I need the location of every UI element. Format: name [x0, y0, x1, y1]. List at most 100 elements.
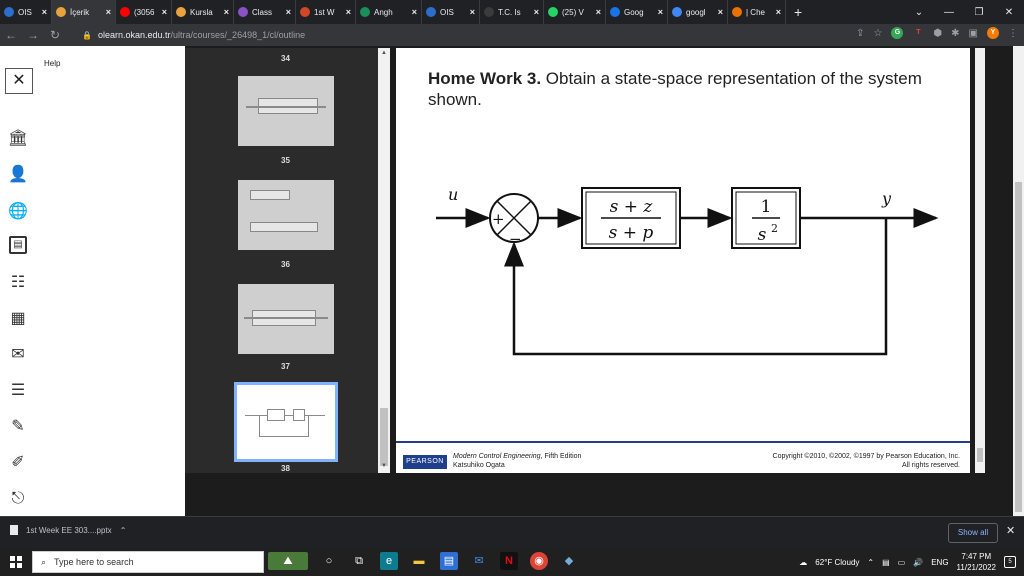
mail-icon[interactable]: ✉	[470, 552, 488, 570]
grammarly-icon[interactable]: G	[891, 27, 904, 39]
task-view-icon[interactable]: ⧉	[350, 552, 368, 570]
back-icon[interactable]: ←	[0, 28, 22, 42]
cortana-icon[interactable]: ○	[320, 552, 338, 570]
tab-close-icon[interactable]: ×	[776, 7, 781, 17]
download-item[interactable]: 1st Week EE 303....pptx ⌃	[10, 525, 126, 535]
footer-rule	[396, 441, 970, 443]
tab-title: Goog	[624, 7, 644, 17]
close-shelf-icon[interactable]: ✕	[1006, 524, 1015, 537]
profile-avatar[interactable]: Y	[987, 27, 999, 39]
browser-tab[interactable]: T.C. Is ×	[480, 0, 544, 24]
browser-tab[interactable]: Kursla ×	[172, 0, 234, 24]
browser-tab[interactable]: OIS ×	[0, 0, 52, 24]
tab-close-icon[interactable]: ×	[42, 7, 47, 17]
browser-tab[interactable]: 1st W ×	[296, 0, 356, 24]
browser-tab[interactable]: İçerik ×	[52, 0, 116, 24]
browser-tab[interactable]: Angh ×	[356, 0, 422, 24]
network-icon[interactable]: ▤	[882, 558, 890, 567]
tab-close-icon[interactable]: ×	[162, 7, 167, 17]
reload-icon[interactable]: ↻	[44, 28, 66, 42]
slide-scrollbar[interactable]	[975, 48, 985, 473]
show-all-button[interactable]: Show all	[948, 523, 998, 543]
volume-icon[interactable]: 🔊	[913, 558, 923, 567]
notification-icon[interactable]: 5	[1004, 556, 1016, 568]
browser-tab[interactable]: Class ×	[234, 0, 296, 24]
netflix-icon[interactable]: N	[500, 552, 518, 570]
sign-out-icon[interactable]: ⎋	[7, 488, 29, 510]
tab-title: 1st W	[314, 7, 335, 17]
slide-thumbnail-selected[interactable]	[234, 382, 338, 462]
tab-title: googl	[686, 7, 706, 17]
scroll-up-icon[interactable]: ▲	[378, 50, 390, 56]
thumbnail-scrollbar[interactable]: ▲ ▼	[378, 48, 390, 473]
page-scrollbar[interactable]	[1013, 46, 1024, 516]
close-panel-button[interactable]: ✕	[5, 68, 33, 94]
scrollbar-thumb[interactable]	[1015, 182, 1022, 512]
search-icon: ⌕	[41, 556, 47, 567]
tab-close-icon[interactable]: ×	[286, 7, 291, 17]
extension-gear-icon[interactable]: ⬢	[933, 28, 942, 39]
scrollbar-thumb[interactable]	[380, 408, 388, 466]
slide-thumbnail[interactable]	[238, 76, 334, 146]
tray-chevron-icon[interactable]: ⌃	[867, 558, 874, 567]
tab-search-icon[interactable]: ⌄	[904, 7, 934, 18]
profile-icon[interactable]: 👤	[7, 164, 29, 186]
tab-close-icon[interactable]: ×	[346, 7, 351, 17]
tools-icon[interactable]: ✎	[7, 416, 29, 438]
minimize-button[interactable]: —	[934, 7, 964, 18]
browser-tab[interactable]: | Che ×	[728, 0, 786, 24]
extension-icon[interactable]: T	[912, 27, 924, 39]
new-tab-button[interactable]: +	[786, 4, 810, 20]
browser-tab[interactable]: googl ×	[668, 0, 728, 24]
windows-start-icon[interactable]	[10, 556, 22, 568]
weather-status[interactable]: 62°F Cloudy	[815, 558, 859, 567]
forward-icon[interactable]: →	[22, 28, 44, 42]
menu-kebab-icon[interactable]: ⋮	[1008, 28, 1018, 39]
browser-tab[interactable]: Goog ×	[606, 0, 668, 24]
slide-thumbnail[interactable]	[238, 284, 334, 354]
close-window-button[interactable]: ✕	[994, 7, 1024, 18]
messages-icon[interactable]: ✉	[7, 344, 29, 366]
chrome-icon[interactable]: ◉	[530, 552, 548, 570]
organizations-icon[interactable]: ☷	[7, 272, 29, 294]
chevron-up-icon[interactable]: ⌃	[120, 526, 127, 535]
store-icon[interactable]: ▤	[440, 552, 458, 570]
clock[interactable]: 7:47 PM 11/21/2022	[957, 551, 996, 573]
tab-close-icon[interactable]: ×	[534, 7, 539, 17]
bookmark-star-icon[interactable]: ☆	[873, 28, 882, 39]
tab-close-icon[interactable]: ×	[412, 7, 417, 17]
share-icon[interactable]: ⇪	[856, 28, 864, 39]
battery-icon[interactable]: ▭	[898, 558, 906, 567]
courses-icon[interactable]: ▤	[9, 236, 27, 254]
maximize-button[interactable]: ❐	[964, 7, 994, 18]
ppt-icon	[300, 7, 310, 17]
side-panel-icon[interactable]: ▣	[969, 28, 978, 39]
tab-close-icon[interactable]: ×	[658, 7, 663, 17]
tab-close-icon[interactable]: ×	[718, 7, 723, 17]
institution-icon[interactable]: 🏛	[7, 128, 29, 150]
scroll-down-icon[interactable]: ▼	[378, 463, 390, 469]
scrollbar-thumb[interactable]	[977, 448, 983, 462]
browser-tab[interactable]: OIS ×	[422, 0, 480, 24]
language-indicator[interactable]: ENG	[931, 558, 948, 567]
url-field[interactable]: 🔒 olearn.okan.edu.tr/ultra/courses/_2649…	[82, 27, 872, 43]
browser-tab[interactable]: (3056 ×	[116, 0, 172, 24]
tab-close-icon[interactable]: ×	[106, 7, 111, 17]
edit-icon[interactable]: ✐	[7, 452, 29, 474]
browser-tab[interactable]: (25) V ×	[544, 0, 606, 24]
file-explorer-icon[interactable]: ▬	[410, 552, 428, 570]
weather-widget-icon[interactable]: ⛰	[268, 552, 308, 570]
tab-close-icon[interactable]: ×	[224, 7, 229, 17]
app-icon[interactable]: ◆	[560, 552, 578, 570]
grades-icon[interactable]: ☰	[7, 380, 29, 402]
calendar-icon[interactable]: ▦	[7, 308, 29, 330]
extensions-puzzle-icon[interactable]: ✱	[951, 28, 959, 39]
globe-icon[interactable]: 🌐	[7, 201, 29, 223]
copyright-notice: Copyright ©2010, ©2002, ©1997 by Pearson…	[773, 452, 960, 470]
tab-close-icon[interactable]: ×	[596, 7, 601, 17]
edge-icon[interactable]: e	[380, 552, 398, 570]
tab-close-icon[interactable]: ×	[470, 7, 475, 17]
taskbar-search[interactable]: ⌕ Type here to search	[32, 551, 264, 573]
slide-thumbnail[interactable]	[238, 180, 334, 250]
help-link[interactable]: Help	[44, 59, 60, 68]
